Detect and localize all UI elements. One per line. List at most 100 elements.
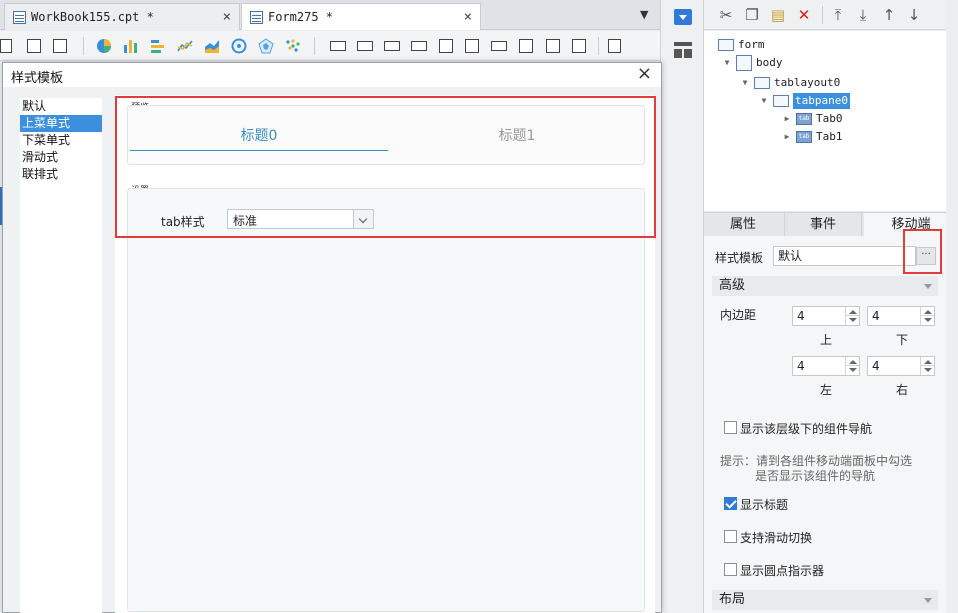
tab-events[interactable]: 事件: [784, 213, 862, 237]
paste-icon[interactable]: ▤: [770, 7, 786, 23]
tree-node-label: body: [756, 56, 783, 69]
style-item-bottom-menu[interactable]: 下菜单式: [20, 132, 102, 149]
move-up-icon[interactable]: ↑: [881, 7, 897, 23]
increment-icon[interactable]: [920, 357, 934, 366]
padding-left-stepper[interactable]: 4: [792, 356, 860, 376]
swipe-checkbox[interactable]: [724, 530, 737, 543]
pie-chart-icon[interactable]: [96, 38, 112, 54]
style-item-default[interactable]: 默认: [20, 98, 102, 115]
tab-workbook[interactable]: WorkBook155.cpt * ×: [4, 3, 240, 30]
style-template-more-button[interactable]: ···: [916, 247, 936, 265]
padding-right-value: 4: [872, 359, 880, 373]
decrement-icon[interactable]: [845, 316, 859, 325]
dot-indicator-checkbox[interactable]: [724, 563, 737, 576]
preview-tab-1[interactable]: 标题1: [388, 121, 646, 151]
decrement-icon[interactable]: [920, 366, 934, 375]
tab-list-dropdown-icon[interactable]: ▼: [640, 8, 648, 21]
search-icon[interactable]: [608, 39, 621, 53]
mobile-properties-panel: 样式模板 默认 ··· 高级 内边距 4 4 上 下 4 4 左 右 显示该层级…: [704, 236, 958, 613]
tree-node-tab1[interactable]: ▶ tab Tab1: [782, 129, 843, 145]
collapsed-caret-icon[interactable]: ▶: [782, 129, 792, 145]
expand-caret-icon[interactable]: ▼: [740, 75, 750, 91]
move-to-bottom-icon[interactable]: ⤓: [855, 7, 871, 23]
checkbox-group-icon[interactable]: [546, 39, 560, 53]
label-widget-icon[interactable]: [357, 41, 373, 51]
expand-caret-icon[interactable]: ▼: [759, 93, 769, 109]
toolbar-divider: [83, 37, 84, 55]
multi-field-icon[interactable]: [439, 39, 453, 53]
close-icon[interactable]: ×: [464, 9, 472, 25]
show-title-checkbox[interactable]: [724, 497, 737, 510]
panel-collapse-button[interactable]: [674, 9, 692, 25]
tree-node-form[interactable]: form: [718, 37, 765, 53]
radar-chart-icon[interactable]: [258, 38, 274, 54]
delete-icon[interactable]: ✕: [796, 7, 812, 23]
workbook-file-icon: [13, 10, 26, 24]
advanced-section-label: 高级: [719, 278, 746, 293]
scatter-chart-icon[interactable]: [285, 38, 301, 54]
tree-node-body[interactable]: ▼ body: [722, 55, 783, 71]
expand-caret-icon[interactable]: ▼: [722, 55, 732, 71]
preview-tab-0[interactable]: 标题0: [130, 121, 388, 151]
padding-bottom-stepper[interactable]: 4: [867, 306, 935, 326]
padding-top-stepper[interactable]: 4: [792, 306, 860, 326]
show-nav-checkbox[interactable]: [724, 421, 737, 434]
tree-node-tablayout0[interactable]: ▼ tablayout0: [740, 75, 840, 91]
tab-attributes[interactable]: 属性: [704, 213, 782, 237]
main-toolbar: [0, 31, 664, 61]
dot-indicator-label: 显示圆点指示器: [740, 564, 825, 578]
increment-icon[interactable]: [920, 307, 934, 316]
dialog-title: 样式模板: [11, 71, 64, 86]
tab-form[interactable]: Form275 * ×: [241, 3, 481, 30]
decrement-icon[interactable]: [920, 316, 934, 325]
chevron-down-icon[interactable]: [353, 210, 373, 228]
tab-style-select[interactable]: 标准: [227, 209, 374, 229]
style-item-top-menu[interactable]: 上菜单式: [20, 115, 102, 132]
tree-widget-icon[interactable]: [572, 39, 586, 53]
close-icon[interactable]: ×: [223, 9, 231, 25]
text-field-icon[interactable]: [330, 41, 346, 51]
style-template-dialog: 样式模板 × 默认 上菜单式 下菜单式 滑动式 联排式 预览 标题0 标题1 设…: [2, 62, 662, 613]
cut-icon[interactable]: ✂: [718, 7, 734, 23]
increment-icon[interactable]: [845, 357, 859, 366]
close-icon[interactable]: ×: [637, 63, 652, 84]
radio-group-icon[interactable]: [519, 39, 533, 53]
tab-mobile[interactable]: 移动端: [864, 213, 958, 237]
date-picker-icon[interactable]: [465, 39, 479, 53]
bar-chart-icon[interactable]: [123, 38, 139, 54]
area-chart-icon[interactable]: [204, 38, 220, 54]
number-field-icon[interactable]: [491, 41, 507, 51]
line-chart-icon[interactable]: [177, 38, 193, 54]
collapsed-caret-icon[interactable]: ▶: [782, 111, 792, 127]
tabpane-node-icon: [773, 95, 789, 107]
hint-line-2: 是否显示该组件的导航: [755, 469, 876, 483]
style-item-inline[interactable]: 联排式: [20, 166, 102, 183]
padding-top-caption: 上: [820, 333, 833, 347]
layout-section-header[interactable]: 布局: [712, 590, 938, 610]
padding-bottom-caption: 下: [896, 333, 909, 347]
increment-icon[interactable]: [845, 307, 859, 316]
right-scrollbar[interactable]: [946, 0, 958, 613]
style-item-sliding[interactable]: 滑动式: [20, 149, 102, 166]
tab-workbook-label: WorkBook155.cpt *: [31, 10, 154, 24]
layout-toggle-icon[interactable]: [674, 42, 692, 58]
list-icon[interactable]: [27, 39, 41, 53]
toolbar-divider: [598, 37, 599, 55]
advanced-section-header[interactable]: 高级: [712, 276, 938, 296]
decrement-icon[interactable]: [845, 366, 859, 375]
padding-right-stepper[interactable]: 4: [867, 356, 935, 376]
combo-box-icon[interactable]: [411, 41, 427, 51]
table-icon[interactable]: [53, 39, 67, 53]
move-to-top-icon[interactable]: ⤒: [830, 7, 846, 23]
button-widget-icon[interactable]: [384, 41, 400, 51]
copy-icon[interactable]: ❐: [744, 7, 760, 23]
tree-node-tabpane0[interactable]: ▼ tabpane0: [759, 93, 850, 109]
dialog-body: 默认 上菜单式 下菜单式 滑动式 联排式 预览 标题0 标题1 设置 tab样式…: [3, 87, 661, 613]
horizontal-bar-icon[interactable]: [150, 38, 166, 54]
tree-node-tab0[interactable]: ▶ tab Tab0: [782, 111, 843, 127]
style-template-field[interactable]: 默认: [773, 246, 916, 266]
move-down-icon[interactable]: ↓: [906, 7, 922, 23]
gauge-chart-icon[interactable]: [231, 38, 247, 54]
component-tree: form ▼ body ▼ tablayout0 ▼ tabpane0 ▶ ta…: [704, 31, 958, 211]
grid-icon[interactable]: [0, 39, 12, 53]
